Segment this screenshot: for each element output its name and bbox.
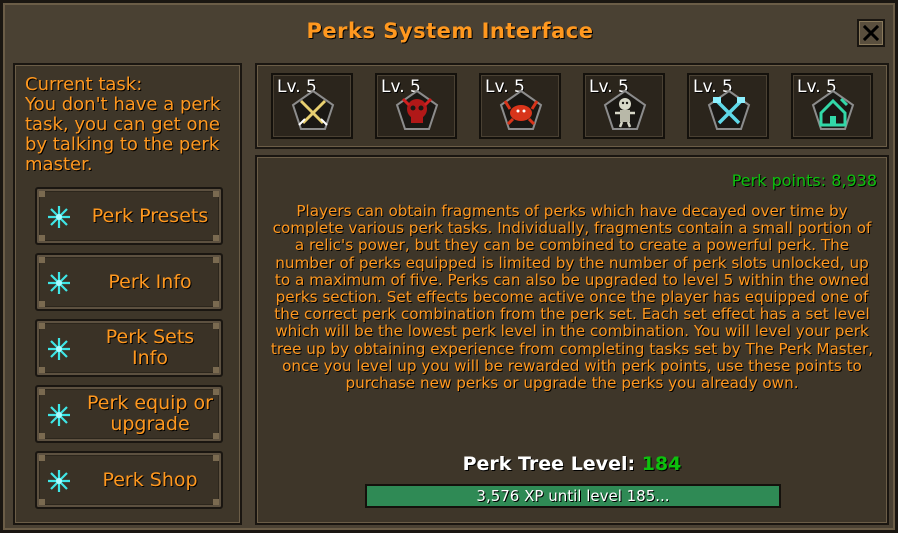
perk-points: Perk points: 8,938 <box>731 171 877 190</box>
button-label: Perk equip or upgrade <box>87 392 213 435</box>
perk-info-button[interactable]: Perk Info <box>35 253 223 311</box>
house-icon <box>811 89 855 130</box>
left-panel: Current task: You don't have a perk task… <box>13 63 242 525</box>
perk-system-description: Players can obtain fragments of perks wh… <box>270 202 874 393</box>
button-label: Perk Info <box>108 270 192 293</box>
task-description: You don't have a perk task, you can get … <box>25 94 221 175</box>
button-label: Perk Sets Info <box>105 326 195 369</box>
star-icon <box>48 404 70 426</box>
xp-remaining-text: 3,576 XP until level 185... <box>476 487 670 505</box>
star-icon <box>48 338 70 360</box>
perk-tree-level-label: Perk Tree Level: <box>462 453 636 475</box>
current-task: Current task: You don't have a perk task… <box>25 75 237 175</box>
perks-window: Perks System Interface Current task: You… <box>0 0 898 533</box>
button-label: Perk Presets <box>91 204 209 227</box>
perk-tree-level-value: 184 <box>641 453 682 475</box>
perk-sets-info-button[interactable]: Perk Sets Info <box>35 319 223 377</box>
crossed-swords-icon <box>291 89 335 130</box>
crossed-tools-icon <box>707 89 751 130</box>
red-skull-icon <box>395 89 439 130</box>
button-label: Perk Shop <box>102 468 198 491</box>
perk-slot-1[interactable]: Lv. 5 <box>271 73 353 139</box>
close-icon <box>863 25 879 41</box>
info-panel: Perk points: 8,938 Players can obtain fr… <box>255 155 889 525</box>
perk-slot-4[interactable]: Lv. 5 <box>583 73 665 139</box>
red-crab-icon <box>499 89 543 130</box>
window-title: Perks System Interface <box>306 19 594 43</box>
perk-tree-level: Perk Tree Level: 184 <box>257 453 887 475</box>
perk-slot-5[interactable]: Lv. 5 <box>687 73 769 139</box>
star-icon <box>48 470 70 492</box>
perk-presets-button[interactable]: Perk Presets <box>35 187 223 245</box>
star-icon <box>48 272 70 294</box>
perk-shop-button[interactable]: Perk Shop <box>35 451 223 509</box>
perk-slot-2[interactable]: Lv. 5 <box>375 73 457 139</box>
task-heading: Current task: <box>25 74 143 95</box>
perk-slot-row: Lv. 5 Lv. 5 Lv. 5 Lv. 5 Lv. 5 Lv. 5 <box>255 63 889 149</box>
star-icon <box>48 206 70 228</box>
perk-slot-6[interactable]: Lv. 5 <box>791 73 873 139</box>
xp-progress-bar: 3,576 XP until level 185... <box>365 484 781 508</box>
skeleton-icon <box>603 89 647 130</box>
title-bar: Perks System Interface <box>11 9 889 57</box>
close-button[interactable] <box>857 19 885 47</box>
perk-slot-3[interactable]: Lv. 5 <box>479 73 561 139</box>
perk-equip-upgrade-button[interactable]: Perk equip or upgrade <box>35 385 223 443</box>
